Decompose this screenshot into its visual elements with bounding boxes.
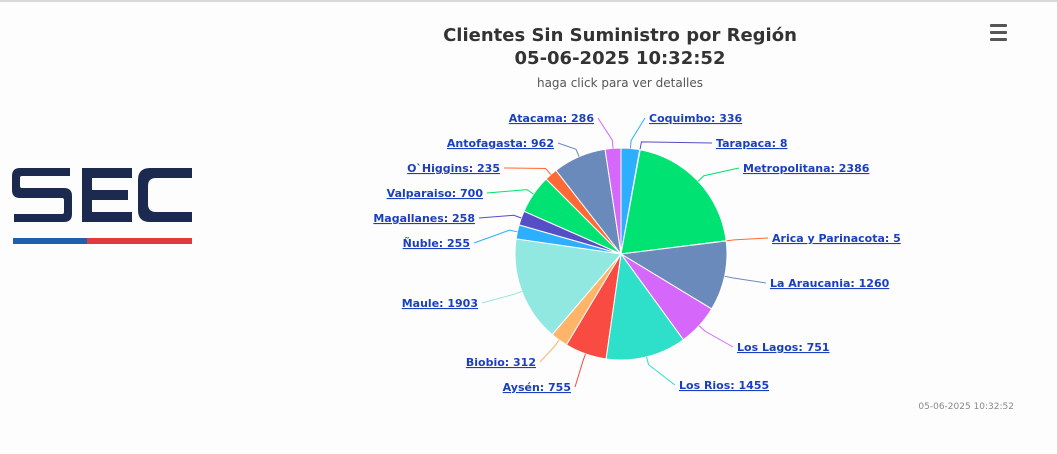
data-label[interactable]: Antofagasta: 962: [447, 137, 554, 150]
connector-line: [473, 229, 518, 244]
data-label[interactable]: Ñuble: 255: [403, 237, 470, 250]
data-label[interactable]: Biobio: 312: [466, 356, 536, 369]
connector-line: [574, 353, 586, 388]
data-label[interactable]: Maule: 1903: [402, 297, 478, 310]
data-label[interactable]: Magallanes: 258: [373, 212, 475, 225]
chart-credit-timestamp: 05-06-2025 10:32:52: [918, 402, 1014, 412]
data-label[interactable]: La Araucania: 1260: [770, 277, 890, 290]
connector-line: [478, 214, 522, 219]
connector-line: [481, 290, 522, 304]
data-label[interactable]: O`Higgins: 235: [407, 162, 500, 175]
data-label[interactable]: Los Rios: 1455: [679, 379, 769, 392]
connector-line: [726, 237, 769, 242]
connector-line: [629, 117, 646, 149]
pie-chart: Coquimbo: 336 Tarapaca: 8 Metropolitana: 2…: [373, 112, 901, 394]
data-label[interactable]: Tarapaca: 8: [716, 137, 787, 150]
connector-line: [539, 339, 560, 363]
data-label[interactable]: Arica y Parinacota: 5: [772, 232, 901, 245]
connector-line: [698, 325, 734, 348]
data-label[interactable]: Valparaiso: 700: [387, 187, 484, 200]
connector-line: [639, 141, 713, 150]
data-label[interactable]: Metropolitana: 2386: [743, 162, 870, 175]
connector-line: [557, 142, 580, 157]
data-label[interactable]: Coquimbo: 336: [649, 112, 743, 125]
connector-line: [597, 117, 614, 149]
data-label[interactable]: Atacama: 286: [509, 112, 595, 125]
connector-line: [724, 275, 767, 284]
connector-line: [503, 167, 552, 175]
connector-line: [697, 167, 740, 182]
data-label[interactable]: Los Lagos: 751: [737, 341, 830, 354]
data-label[interactable]: Aysén: 755: [503, 381, 571, 394]
connector-line: [646, 356, 676, 386]
connector-line: [486, 189, 534, 195]
